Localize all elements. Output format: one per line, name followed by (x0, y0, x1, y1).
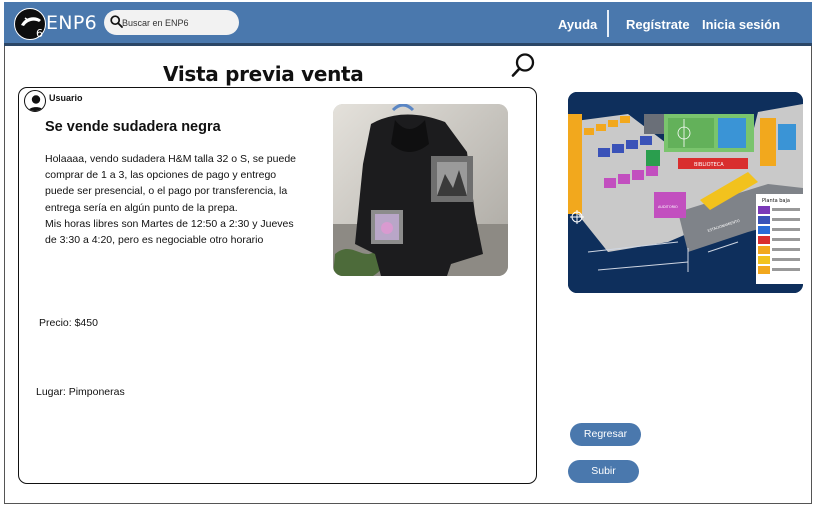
school-logo[interactable]: 6 (14, 8, 46, 40)
map-auditorium-label: AUDITORIO (658, 205, 678, 209)
post-price: Precio: $450 (39, 317, 98, 329)
nav-separator (607, 10, 609, 37)
search-bar[interactable] (104, 10, 239, 35)
submit-button[interactable]: Subir (568, 460, 639, 483)
page-title: Vista previa venta (163, 62, 364, 86)
top-navbar: 6 ENP6 Ayuda Regístrate Inicia sesión (4, 2, 812, 46)
nav-help[interactable]: Ayuda (558, 17, 597, 32)
svg-text:6: 6 (36, 27, 43, 40)
brand-name[interactable]: ENP6 (46, 12, 97, 34)
post-description: Holaaaa, vendo sudadera H&M talla 32 o S… (45, 151, 315, 248)
search-icon[interactable] (510, 52, 536, 83)
description-line: de 3:30 a 4:20, pero es negociable otro … (45, 234, 264, 247)
nav-login[interactable]: Inicia sesión (702, 17, 780, 32)
map-library-label: BIBLIOTECA (694, 162, 724, 168)
back-button[interactable]: Regresar (570, 423, 641, 446)
post-place: Lugar: Pimponeras (36, 386, 125, 398)
description-line: puede ser presencial, o el pago por tran… (45, 185, 288, 198)
post-username[interactable]: Usuario (49, 93, 83, 103)
description-line: comprar de 1 a 3, las opciones de pago y… (45, 169, 277, 182)
campus-map: BIBLIOTECA AUDITORIO ESTACIONAMIENTO Pla… (568, 92, 803, 293)
nav-register[interactable]: Regístrate (626, 17, 690, 32)
description-line: entrega sería en algún punto de la prepa… (45, 201, 238, 214)
product-photo (333, 104, 508, 276)
search-input[interactable] (122, 14, 234, 31)
description-line: Mis horas libres son Martes de 12:50 a 2… (45, 217, 294, 230)
user-avatar-icon (24, 90, 46, 112)
map-legend-title: Planta baja (762, 198, 790, 204)
description-line: Holaaaa, vendo sudadera H&M talla 32 o S… (45, 153, 297, 165)
post-title: Se vende sudadera negra (45, 119, 221, 135)
